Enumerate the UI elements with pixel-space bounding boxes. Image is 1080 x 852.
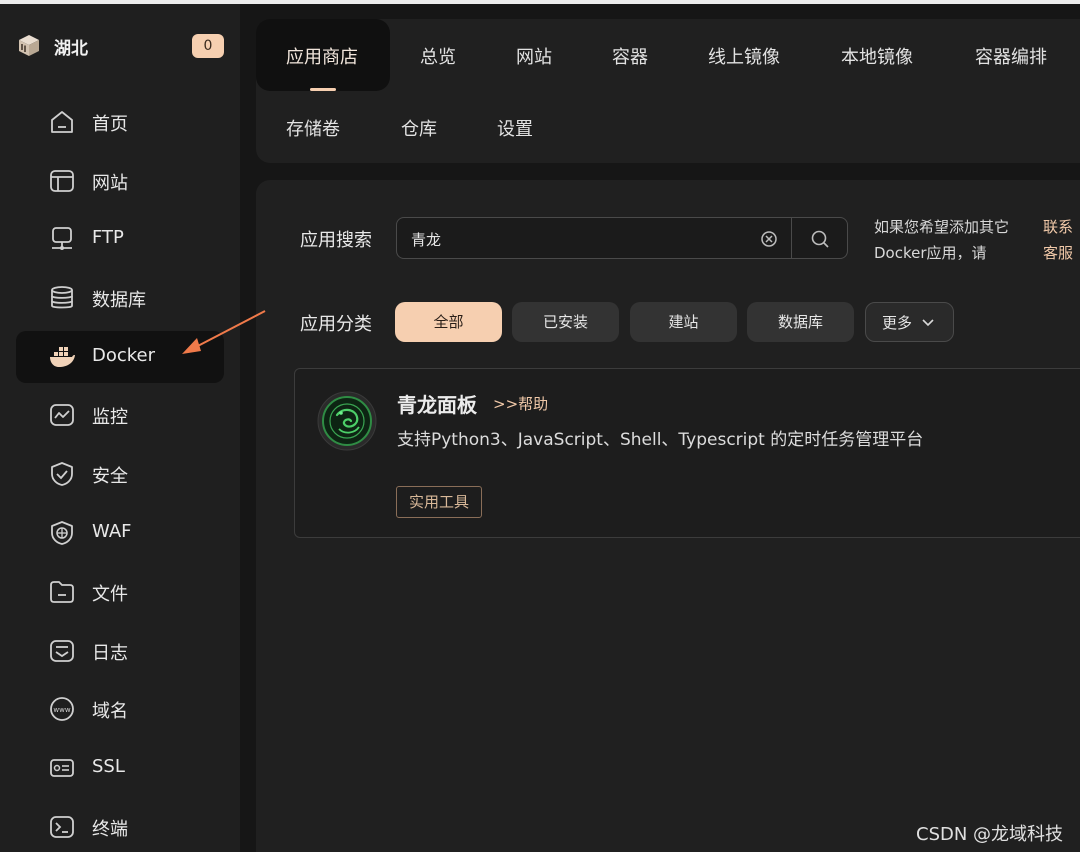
sidebar-item-label: Docker [92, 345, 156, 366]
server-box-icon [19, 35, 39, 56]
sidebar-item-terminal[interactable]: 终端 [16, 801, 224, 852]
app-card[interactable]: 青龙面板 >>帮助 支持Python3、JavaScript、Shell、Typ… [294, 368, 1080, 538]
sidebar-item-files[interactable]: 文件 [16, 566, 224, 618]
notification-badge[interactable]: 0 [192, 34, 224, 58]
ssl-icon [50, 759, 74, 777]
tab-volumes[interactable]: 存储卷 [286, 115, 340, 141]
sidebar-item-logs[interactable]: 日志 [16, 625, 224, 677]
ftp-icon [52, 227, 72, 250]
category-label: 应用分类 [300, 314, 372, 335]
category-all[interactable]: 全部 [395, 302, 502, 342]
sidebar-item-security[interactable]: 安全 [16, 448, 224, 500]
category-more-dropdown[interactable]: 更多 [865, 302, 954, 342]
sidebar: 湖北 0 首页 网站 FTP 数据库 Docker 监控 安全 WAF 文件 日… [0, 4, 240, 852]
monitor-icon [50, 404, 74, 426]
category-installed[interactable]: 已安装 [512, 302, 619, 342]
qinglong-logo-icon [317, 391, 377, 451]
shield-icon [51, 462, 73, 486]
sidebar-item-label: 文件 [92, 584, 128, 605]
tab-overview[interactable]: 总览 [420, 43, 456, 69]
docker-tabs: 应用商店 总览 网站 容器 线上镜像 本地镜像 容器编排 存储卷 仓库 设置 [256, 19, 1080, 163]
sidebar-item-waf[interactable]: WAF [16, 507, 224, 559]
search-hint: 如果您希望添加其它Docker应用，请 [874, 218, 1010, 262]
chevron-down-icon [922, 319, 934, 327]
docker-icon [50, 347, 75, 367]
tab-local-images[interactable]: 本地镜像 [841, 43, 913, 69]
sidebar-item-label: 监控 [92, 407, 128, 428]
tab-registry[interactable]: 仓库 [401, 115, 437, 141]
app-help-link[interactable]: >>帮助 [493, 393, 548, 414]
app-store-content: 应用搜索 青龙 如果您希望添加其它Docker应用，请 联系客服 应用分类 全部… [256, 180, 1080, 852]
search-icon [811, 230, 829, 248]
tab-app-store[interactable]: 应用商店 [286, 43, 358, 69]
sidebar-item-database[interactable]: 数据库 [16, 272, 224, 324]
sidebar-item-label: 域名 [92, 701, 128, 722]
home-icon [51, 111, 73, 133]
app-name: 青龙面板 [397, 393, 477, 417]
server-name: 湖北 [54, 39, 88, 59]
terminal-icon [50, 816, 74, 838]
contact-support-link[interactable]: 联系客服 [1043, 214, 1080, 266]
tab-settings[interactable]: 设置 [497, 115, 533, 141]
log-icon [50, 640, 74, 662]
sidebar-item-ssl[interactable]: SSL [16, 742, 224, 794]
sidebar-item-label: 数据库 [92, 290, 146, 311]
sidebar-item-label: 网站 [92, 173, 128, 194]
domain-icon: www [50, 697, 74, 721]
sidebar-item-label: 安全 [92, 466, 128, 487]
database-icon [51, 286, 73, 309]
search-label: 应用搜索 [300, 230, 372, 251]
tab-compose[interactable]: 容器编排 [975, 43, 1047, 69]
svg-text:www: www [53, 706, 70, 714]
watermark: CSDN @龙域科技 [916, 824, 1064, 845]
website-icon [50, 170, 74, 192]
app-tag: 实用工具 [396, 486, 483, 518]
category-database[interactable]: 数据库 [747, 302, 854, 342]
sidebar-item-domain[interactable]: www 域名 [16, 683, 224, 735]
tab-website[interactable]: 网站 [516, 43, 552, 69]
folder-icon [50, 581, 74, 603]
sidebar-item-label: WAF [92, 521, 132, 542]
sidebar-item-label: FTP [92, 227, 124, 248]
sidebar-item-docker[interactable]: Docker [16, 331, 224, 383]
sidebar-item-home[interactable]: 首页 [16, 96, 224, 148]
sidebar-item-label: 终端 [92, 819, 128, 840]
category-website[interactable]: 建站 [630, 302, 737, 342]
search-button[interactable] [791, 217, 848, 259]
tab-container[interactable]: 容器 [612, 43, 648, 69]
category-more-label: 更多 [882, 314, 913, 332]
tab-online-images[interactable]: 线上镜像 [708, 43, 780, 69]
sidebar-item-label: 日志 [92, 643, 128, 664]
tab-active-indicator [310, 88, 336, 91]
sidebar-item-label: SSL [92, 756, 125, 777]
search-input-value: 青龙 [411, 231, 442, 249]
sidebar-item-website[interactable]: 网站 [16, 155, 224, 207]
app-description: 支持Python3、JavaScript、Shell、Typescript 的定… [397, 430, 924, 450]
sidebar-item-ftp[interactable]: FTP [16, 213, 224, 265]
sidebar-item-label: 首页 [92, 114, 128, 135]
waf-icon [51, 521, 73, 545]
brand[interactable]: 湖北 0 [16, 30, 228, 60]
sidebar-item-monitor[interactable]: 监控 [16, 389, 224, 441]
search-input[interactable]: 青龙 [396, 217, 792, 259]
clear-icon[interactable] [760, 230, 778, 248]
